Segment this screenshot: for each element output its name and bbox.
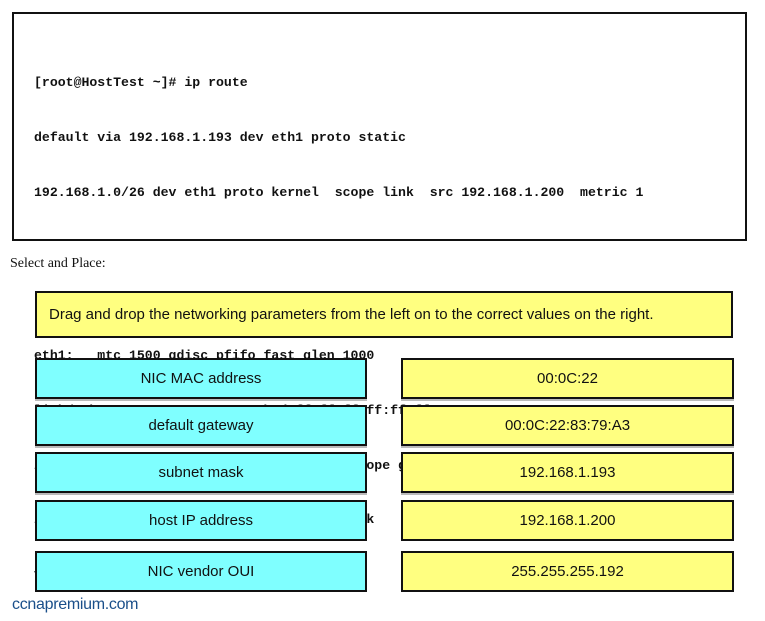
value-label: 00:0C:22: [537, 370, 598, 387]
draggable-parameter-nic-vendor-oui[interactable]: NIC vendor OUI: [35, 551, 367, 592]
section-label: Select and Place:: [10, 256, 106, 271]
instruction-text: Drag and drop the networking parameters …: [49, 306, 654, 323]
parameter-label: NIC vendor OUI: [147, 563, 255, 580]
draggable-parameter-host-ip-address[interactable]: host IP address: [35, 500, 367, 541]
terminal-line: [root@HostTest ~]# ip route: [34, 75, 248, 91]
drop-target-value[interactable]: 00:0C:22: [401, 358, 734, 399]
parameter-label: default gateway: [148, 417, 254, 434]
draggable-parameter-default-gateway[interactable]: default gateway: [35, 405, 367, 446]
terminal-line: 192.168.1.0/26 dev eth1 proto kernel sco…: [34, 184, 644, 200]
drop-target-value[interactable]: 192.168.1.200: [401, 500, 734, 541]
drop-target-value[interactable]: 192.168.1.193: [401, 452, 734, 493]
draggable-parameter-subnet-mask[interactable]: subnet mask: [35, 452, 367, 493]
terminal-line: default via 192.168.1.193 dev eth1 proto…: [34, 130, 406, 145]
value-label: 00:0C:22:83:79:A3: [504, 417, 631, 434]
parameter-label: host IP address: [149, 512, 253, 529]
instruction-banner: Drag and drop the networking parameters …: [35, 291, 733, 338]
parameter-label: NIC MAC address: [140, 370, 262, 387]
value-label: 255.255.255.192: [511, 563, 624, 580]
terminal-output-panel: [root@HostTest ~]# ip route default via …: [12, 12, 747, 582]
drop-target-value[interactable]: 00:0C:22:83:79:A3: [401, 405, 734, 446]
watermark-text: ccnapremium.com: [12, 596, 139, 613]
value-label: 192.168.1.193: [519, 464, 616, 481]
drop-target-value[interactable]: 255.255.255.192: [401, 551, 734, 592]
value-label: 192.168.1.200: [519, 512, 616, 529]
parameter-label: subnet mask: [158, 464, 244, 481]
draggable-parameter-nic-mac-address[interactable]: NIC MAC address: [35, 358, 367, 399]
